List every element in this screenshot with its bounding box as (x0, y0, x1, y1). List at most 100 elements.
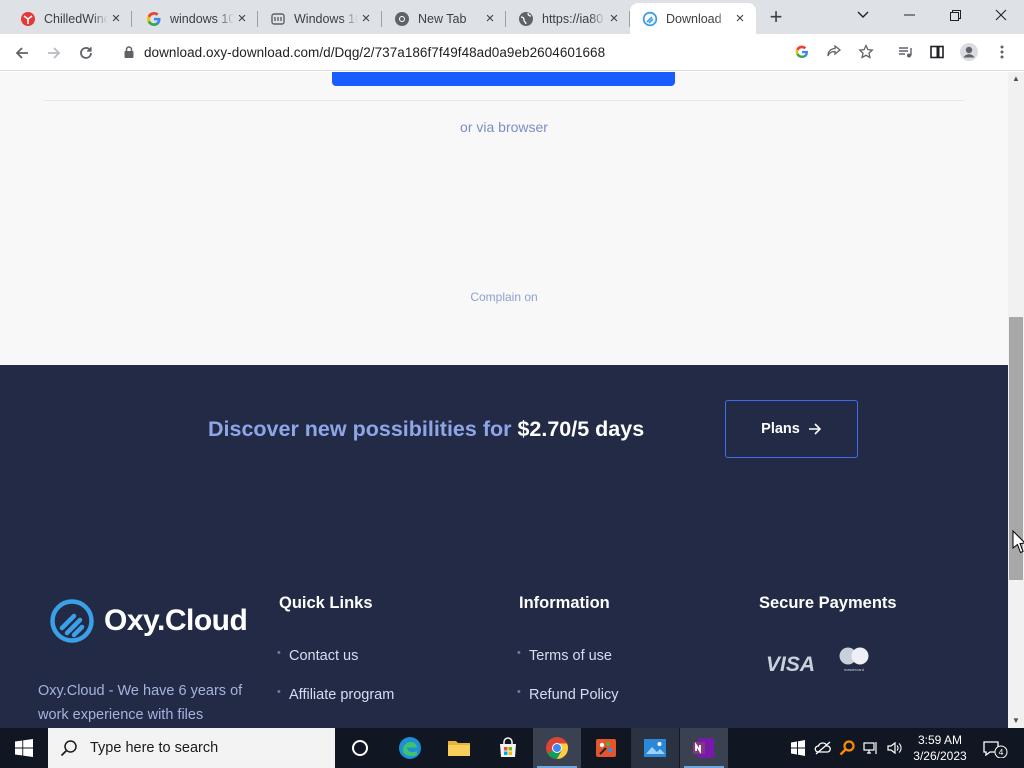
side-panel-icon[interactable] (924, 39, 950, 65)
kebab-menu-icon[interactable] (989, 39, 1015, 65)
refund-policy-link[interactable]: Refund Policy (517, 686, 619, 703)
lock-icon[interactable] (122, 45, 136, 59)
media-controls-icon[interactable] (892, 39, 918, 65)
clock-date: 3/26/2023 (913, 749, 967, 763)
minimize-button[interactable] (886, 0, 932, 30)
affiliate-program-link[interactable]: Affiliate program (277, 686, 394, 703)
plans-label: Plans (761, 421, 800, 437)
visa-logo: VISA (766, 651, 822, 680)
oxycloud-logo-icon (50, 599, 94, 643)
address-bar[interactable]: download.oxy-download.com/d/Dqg/2/737a18… (110, 37, 888, 67)
close-tab-icon[interactable]: × (482, 10, 498, 27)
notification-icon: 4 (983, 741, 1008, 758)
paint-icon (596, 739, 616, 757)
terms-of-use-link[interactable]: Terms of use (517, 647, 612, 664)
globe-favicon (518, 11, 534, 27)
tray-onedrive-icon[interactable] (812, 728, 834, 768)
promo-banner: Discover new possibilities for $2.70/5 d… (208, 417, 644, 442)
search-icon (60, 740, 77, 757)
browser-toolbar: download.oxy-download.com/d/Dqg/2/737a18… (0, 34, 1024, 71)
taskbar-photos[interactable] (631, 728, 679, 768)
secure-payments-heading: Secure Payments (759, 594, 897, 612)
close-tab-icon[interactable]: × (732, 10, 748, 27)
chrome-icon (546, 737, 568, 759)
profile-avatar[interactable] (956, 39, 982, 65)
onenote-icon (693, 738, 714, 758)
brand-name: Oxy.Cloud (104, 604, 248, 637)
betawiki-favicon (270, 11, 286, 27)
close-tab-icon[interactable]: × (234, 10, 250, 27)
start-button[interactable] (0, 728, 48, 768)
tab-google-search[interactable]: windows 10 1511 × (134, 3, 258, 34)
taskbar-file-explorer[interactable] (435, 728, 483, 768)
tab-chilledwindows[interactable]: ChilledWindows × (8, 3, 132, 34)
tray-search-app-icon[interactable] (836, 728, 858, 768)
page-viewport: or via browser Complain on Discover new … (0, 72, 1008, 728)
reload-button[interactable] (72, 39, 100, 67)
google-lens-icon[interactable] (792, 42, 812, 62)
arrow-right-icon (808, 423, 821, 435)
clock-time: 3:59 AM (917, 733, 963, 747)
store-bag-icon (500, 737, 516, 757)
svg-text:mastercard: mastercard (844, 667, 864, 672)
tab-ia80[interactable]: https://ia80 × (506, 3, 630, 34)
promo-text: Discover new possibilities for (208, 417, 518, 441)
plans-button[interactable]: Plans (725, 400, 858, 458)
cortana-button[interactable] (336, 728, 384, 768)
url-text[interactable]: download.oxy-download.com/d/Dqg/2/737a18… (144, 45, 605, 60)
tab-download-active[interactable]: Download × (630, 3, 756, 34)
tab-title: windows 10 1511 (170, 11, 234, 26)
taskbar-chrome[interactable] (533, 728, 581, 768)
taskbar-store[interactable] (484, 728, 532, 768)
folder-icon (448, 741, 470, 756)
bookmark-star-icon[interactable] (856, 42, 876, 62)
mouse-cursor-icon (1012, 529, 1024, 561)
cortana-icon (352, 740, 368, 756)
about-text: Oxy.Cloud - We have 6 years of work expe… (38, 683, 243, 723)
new-tab-button[interactable]: + (764, 6, 788, 30)
tab-title: New Tab (418, 11, 467, 26)
download-button-partial[interactable] (332, 72, 675, 86)
tray-security-icon[interactable] (787, 728, 809, 768)
back-button[interactable] (8, 39, 36, 67)
scroll-up-arrow-icon[interactable]: ▲ (1008, 72, 1024, 86)
tray-network-icon[interactable] (860, 728, 882, 768)
taskbar-edge[interactable] (386, 728, 434, 768)
taskbar-search-box[interactable]: Type here to search (48, 728, 335, 768)
tab-title: ChilledWindows (44, 11, 108, 26)
close-tab-icon[interactable]: × (606, 10, 622, 27)
scroll-down-arrow-icon[interactable]: ▼ (1008, 714, 1024, 728)
svg-text:VISA: VISA (766, 653, 815, 675)
taskbar-paint[interactable] (582, 728, 630, 768)
oxycloud-logo[interactable]: Oxy.Cloud (49, 598, 248, 644)
system-clock[interactable]: 3:59 AM 3/26/2023 (908, 732, 972, 764)
action-center-button[interactable]: 4 (978, 728, 1014, 768)
windows-taskbar: Type here to search 3:59 AM 3/26/2023 4 (0, 728, 1024, 768)
divider (44, 100, 964, 101)
contact-us-link[interactable]: Contact us (277, 647, 358, 664)
complain-link[interactable]: Complain on (0, 290, 1008, 304)
close-window-button[interactable] (978, 0, 1024, 30)
tab-search-chevron-icon[interactable] (840, 0, 886, 30)
close-tab-icon[interactable]: × (108, 10, 124, 27)
windows-logo-icon (15, 739, 33, 757)
information-heading: Information (519, 594, 610, 612)
chrome-favicon (394, 11, 410, 27)
forward-button[interactable] (40, 39, 68, 67)
taskbar-onenote[interactable] (680, 728, 728, 768)
notification-count: 4 (999, 747, 1004, 757)
share-icon[interactable] (824, 42, 844, 62)
tab-title: https://ia80 (542, 11, 604, 26)
oxycloud-favicon (642, 11, 658, 27)
via-browser-link[interactable]: or via browser (0, 119, 1008, 135)
tab-new-tab[interactable]: New Tab × (382, 3, 506, 34)
tab-strip: ChilledWindows × windows 10 1511 × Windo… (0, 0, 1024, 34)
tray-volume-icon[interactable] (884, 728, 906, 768)
site-footer: Discover new possibilities for $2.70/5 d… (0, 365, 1008, 728)
vertical-scrollbar[interactable]: ▲ ▼ (1008, 72, 1024, 728)
tab-title: Download (666, 11, 722, 26)
restore-button[interactable] (932, 0, 978, 30)
google-favicon (146, 11, 162, 27)
tab-windows-10[interactable]: Windows 10 × (258, 3, 382, 34)
close-tab-icon[interactable]: × (358, 10, 374, 27)
